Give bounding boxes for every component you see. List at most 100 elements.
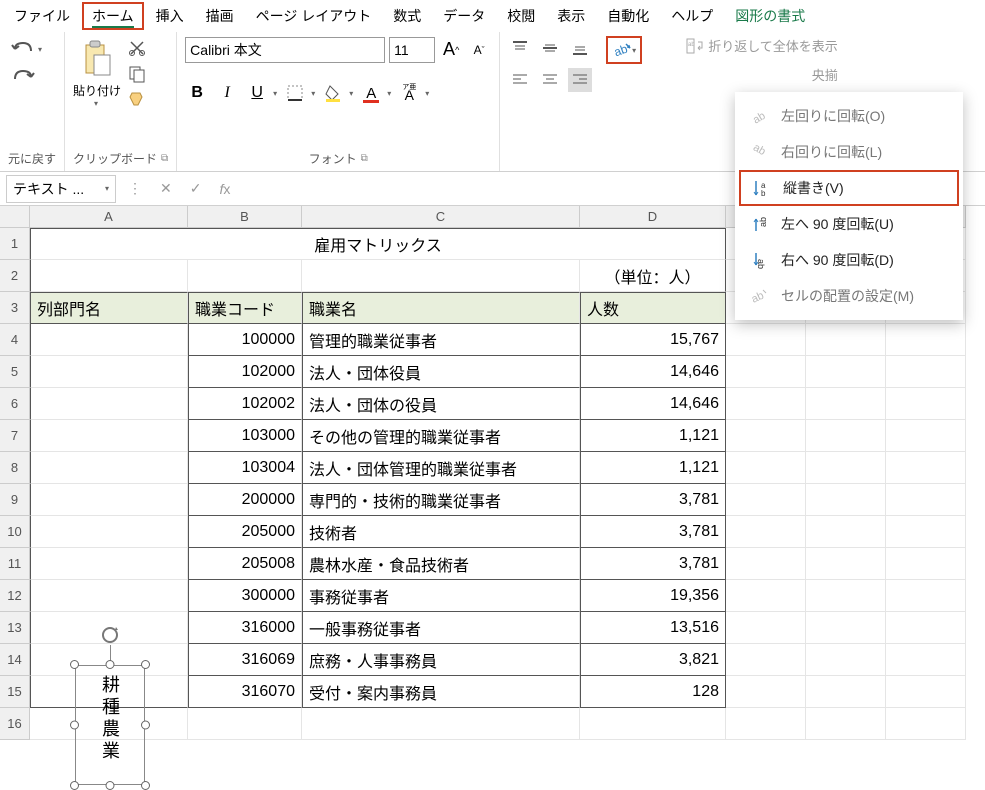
cell[interactable]: 技術者 xyxy=(302,516,580,548)
cell[interactable] xyxy=(886,484,966,516)
fx-button[interactable]: fx xyxy=(213,179,236,199)
cell[interactable]: 103000 xyxy=(188,420,302,452)
cell[interactable] xyxy=(806,420,886,452)
resize-handle[interactable] xyxy=(141,781,150,790)
row-header[interactable]: 4 xyxy=(0,324,30,356)
cell[interactable]: 法人・団体役員 xyxy=(302,356,580,388)
cell[interactable] xyxy=(726,676,806,708)
menu-file[interactable]: ファイル xyxy=(4,2,80,30)
cell[interactable] xyxy=(302,260,580,292)
cell[interactable]: 205000 xyxy=(188,516,302,548)
cell[interactable] xyxy=(726,580,806,612)
cell[interactable]: 102000 xyxy=(188,356,302,388)
cell[interactable]: その他の管理的職業従事者 xyxy=(302,420,580,452)
fill-color-button[interactable] xyxy=(321,81,345,105)
cell[interactable]: 一般事務従事者 xyxy=(302,612,580,644)
dropdown-format-alignment[interactable]: ab セルの配置の設定(M) xyxy=(735,278,963,314)
row-header[interactable]: 9 xyxy=(0,484,30,516)
dialog-launcher-icon[interactable]: ⧉ xyxy=(161,153,168,164)
cell[interactable] xyxy=(806,676,886,708)
column-header[interactable]: A xyxy=(30,206,188,228)
cell[interactable] xyxy=(726,420,806,452)
menu-automate[interactable]: 自動化 xyxy=(597,2,659,30)
cell[interactable]: 事務従事者 xyxy=(302,580,580,612)
cell[interactable] xyxy=(806,612,886,644)
cell[interactable] xyxy=(726,548,806,580)
cell[interactable]: 法人・団体の役員 xyxy=(302,388,580,420)
align-top-button[interactable] xyxy=(508,36,532,60)
cell[interactable]: 13,516 xyxy=(580,612,726,644)
row-header[interactable]: 16 xyxy=(0,708,30,740)
menu-review[interactable]: 校閲 xyxy=(497,2,545,30)
cell[interactable]: 専門的・技術的職業従事者 xyxy=(302,484,580,516)
row-header[interactable]: 6 xyxy=(0,388,30,420)
cell[interactable] xyxy=(886,580,966,612)
cell[interactable] xyxy=(30,548,188,580)
cell[interactable] xyxy=(30,356,188,388)
column-header[interactable]: B xyxy=(188,206,302,228)
resize-handle[interactable] xyxy=(141,721,150,730)
menu-home[interactable]: ホーム xyxy=(82,2,144,30)
cell[interactable]: 316000 xyxy=(188,612,302,644)
resize-handle[interactable] xyxy=(70,660,79,669)
cell[interactable] xyxy=(30,324,188,356)
cell[interactable]: 205008 xyxy=(188,548,302,580)
cell[interactable] xyxy=(886,612,966,644)
cell[interactable] xyxy=(806,484,886,516)
menu-shape-format[interactable]: 図形の書式 xyxy=(725,2,815,30)
cell[interactable]: 列部門名 xyxy=(30,292,188,324)
align-middle-button[interactable] xyxy=(538,36,562,60)
copy-button[interactable] xyxy=(125,62,149,86)
bold-button[interactable]: B xyxy=(185,81,209,105)
italic-button[interactable]: I xyxy=(215,81,239,105)
cell[interactable] xyxy=(30,260,188,292)
cell[interactable] xyxy=(886,548,966,580)
cell[interactable]: 雇用マトリックス xyxy=(30,228,726,260)
dropdown-rotate-ccw[interactable]: ab 左回りに回転(O) xyxy=(735,98,963,134)
cell[interactable]: 316070 xyxy=(188,676,302,708)
cell[interactable]: 庶務・人事事務員 xyxy=(302,644,580,676)
cell[interactable] xyxy=(726,484,806,516)
cell[interactable] xyxy=(726,452,806,484)
cell[interactable]: 1,121 xyxy=(580,420,726,452)
cell[interactable] xyxy=(188,260,302,292)
cell[interactable]: 102002 xyxy=(188,388,302,420)
cell[interactable] xyxy=(806,580,886,612)
cell[interactable] xyxy=(806,708,886,740)
row-header[interactable]: 15 xyxy=(0,676,30,708)
cell[interactable] xyxy=(726,388,806,420)
row-header[interactable]: 3 xyxy=(0,292,30,324)
chevron-down-icon[interactable]: ▾ xyxy=(273,89,277,98)
cell[interactable] xyxy=(886,420,966,452)
row-header[interactable]: 7 xyxy=(0,420,30,452)
menu-data[interactable]: データ xyxy=(433,2,495,30)
row-header[interactable]: 8 xyxy=(0,452,30,484)
textbox-content[interactable]: 耕種農業 xyxy=(97,675,123,763)
column-header[interactable]: D xyxy=(580,206,726,228)
resize-handle[interactable] xyxy=(106,660,115,669)
align-center-button[interactable] xyxy=(538,68,562,92)
orientation-button[interactable]: ab ▾ xyxy=(606,36,642,64)
cell[interactable]: 職業コード xyxy=(188,292,302,324)
redo-button[interactable] xyxy=(8,64,40,90)
cell[interactable] xyxy=(30,452,188,484)
increase-font-button[interactable]: A^ xyxy=(439,36,463,63)
name-box[interactable]: テキスト ...▾ xyxy=(6,175,116,203)
row-header[interactable]: 5 xyxy=(0,356,30,388)
cell[interactable]: 人数 xyxy=(580,292,726,324)
cell[interactable] xyxy=(806,388,886,420)
wrap-text-button[interactable]: ab 折り返して全体を表示 xyxy=(686,36,838,55)
cell[interactable]: 3,821 xyxy=(580,644,726,676)
cell[interactable]: 14,646 xyxy=(580,356,726,388)
cell[interactable]: （単位：人） xyxy=(580,260,726,292)
menu-help[interactable]: ヘルプ xyxy=(661,2,723,30)
cell[interactable] xyxy=(580,708,726,740)
cell[interactable] xyxy=(726,644,806,676)
cell[interactable] xyxy=(188,708,302,740)
cell[interactable]: 200000 xyxy=(188,484,302,516)
cell[interactable]: 103004 xyxy=(188,452,302,484)
cell[interactable] xyxy=(886,516,966,548)
row-header[interactable]: 2 xyxy=(0,260,30,292)
border-button[interactable] xyxy=(283,81,307,105)
cell[interactable]: 100000 xyxy=(188,324,302,356)
